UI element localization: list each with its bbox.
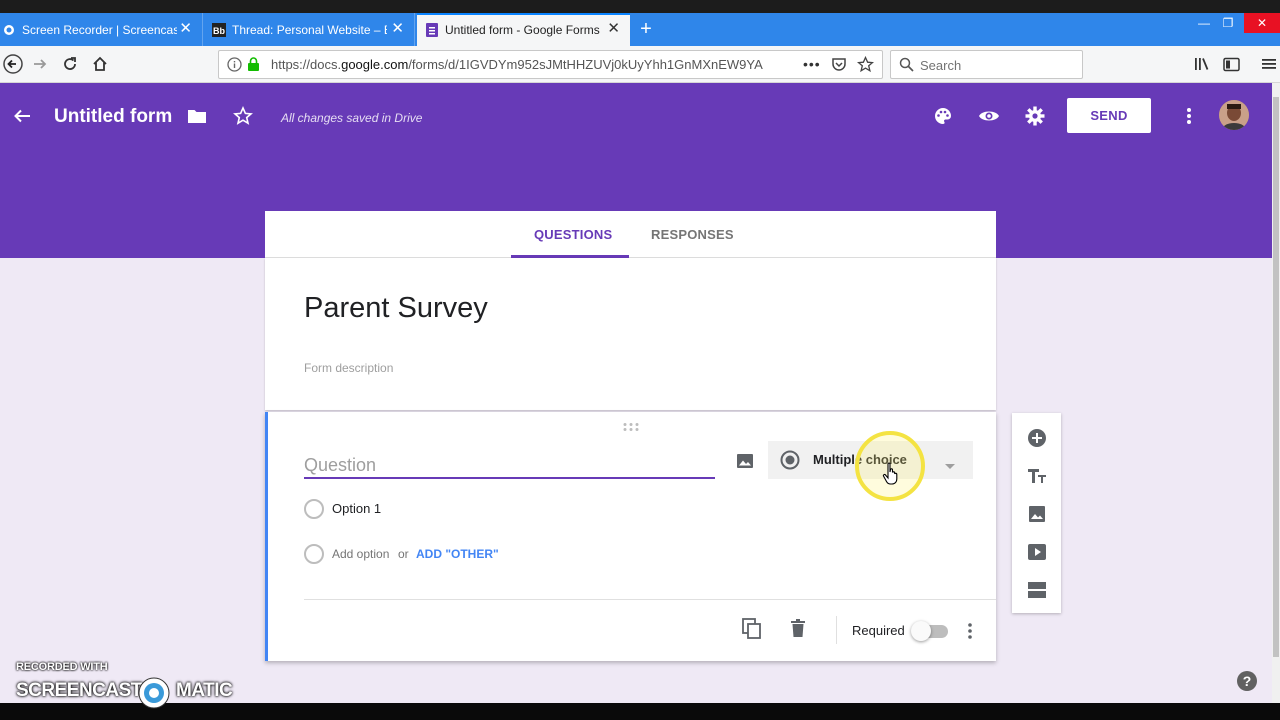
account-avatar[interactable]	[1219, 100, 1249, 130]
settings-gear-icon[interactable]	[1021, 102, 1049, 130]
add-title-icon[interactable]	[1024, 463, 1049, 488]
blackboard-favicon-icon: Bb	[212, 22, 226, 37]
url-bar[interactable]: https://docs.google.com/forms/d/1IGVDYm9…	[218, 50, 883, 79]
option-label[interactable]: Option 1	[332, 501, 381, 516]
help-icon[interactable]: ?	[1237, 671, 1257, 691]
active-card-accent	[265, 412, 268, 661]
form-title[interactable]: Parent Survey	[304, 292, 488, 325]
tab-responses[interactable]: RESPONSES	[651, 227, 734, 242]
scrollbar-thumb[interactable]	[1273, 97, 1279, 657]
restore-window-icon[interactable]: ❐	[1214, 13, 1242, 33]
more-options-icon[interactable]	[968, 623, 972, 644]
bookmark-star-icon[interactable]	[856, 55, 875, 78]
sidebar-icon[interactable]	[1218, 51, 1244, 77]
window-top-strip	[0, 0, 1280, 13]
home-icon[interactable]	[87, 51, 113, 77]
watermark-brand-right: MATIC	[176, 680, 233, 701]
browser-tab-thread[interactable]: Bb Thread: Personal Website – ED ✕	[204, 13, 415, 46]
close-tab-icon[interactable]: ✕	[607, 21, 620, 36]
screencast-favicon-icon	[2, 23, 16, 37]
delete-trash-icon[interactable]	[791, 619, 805, 642]
url-text[interactable]: https://docs.google.com/forms/d/1IGVDYm9…	[271, 57, 771, 72]
preview-eye-icon[interactable]	[975, 102, 1003, 130]
tab-questions[interactable]: QUESTIONS	[534, 227, 612, 242]
screencast-watermark: RECORDED WITH SCREENCAST MATIC	[16, 661, 233, 709]
menu-icon[interactable]	[1256, 51, 1280, 77]
add-other-link[interactable]: ADD "OTHER"	[416, 547, 499, 561]
add-item-toolbar	[1012, 413, 1061, 613]
form-title-card: Parent Survey Form description	[265, 258, 996, 410]
tab-title: Screen Recorder | Screencast-O	[22, 22, 177, 37]
search-placeholder: Search	[920, 58, 962, 73]
search-bar[interactable]: Search	[890, 50, 1083, 79]
close-window-icon[interactable]: ✕	[1244, 13, 1280, 33]
add-image-icon[interactable]	[1024, 501, 1049, 526]
tab-title: Untitled form - Google Forms	[445, 22, 600, 37]
add-question-icon[interactable]	[1024, 425, 1049, 450]
tab-title: Thread: Personal Website – ED	[232, 22, 387, 37]
add-section-icon[interactable]	[1024, 577, 1049, 602]
window-bottom-strip	[0, 703, 1280, 720]
svg-text:Bb: Bb	[213, 26, 225, 36]
close-tab-icon[interactable]: ✕	[179, 21, 192, 36]
search-icon	[899, 57, 914, 77]
page-scrollbar[interactable]	[1272, 83, 1280, 703]
watermark-caption: RECORDED WITH	[16, 661, 108, 673]
screen: Screen Recorder | Screencast-O ✕ Bb Thre…	[0, 0, 1280, 720]
add-video-icon[interactable]	[1024, 539, 1049, 564]
card-footer-divider	[304, 599, 996, 600]
folder-icon[interactable]	[183, 102, 211, 130]
or-text: or	[398, 547, 409, 561]
browser-tab-forms[interactable]: Untitled form - Google Forms ✕	[417, 13, 630, 46]
browser-nav-bar: https://docs.google.com/forms/d/1IGVDYm9…	[0, 46, 1280, 83]
back-arrow-icon[interactable]	[8, 102, 36, 130]
library-icon[interactable]	[1189, 51, 1215, 77]
page-actions-icon[interactable]: •••	[803, 56, 821, 72]
google-forms-favicon-icon	[425, 22, 439, 37]
add-option-link[interactable]: Add option	[332, 547, 389, 561]
back-icon[interactable]	[0, 51, 26, 77]
question-input[interactable]: Question	[304, 452, 715, 479]
screencast-logo-icon	[137, 676, 171, 715]
option-radio	[304, 499, 324, 519]
palette-icon[interactable]	[929, 102, 957, 130]
radio-button-icon	[780, 450, 800, 475]
save-status: All changes saved in Drive	[281, 111, 423, 125]
form-tabs-card: QUESTIONS RESPONSES	[265, 211, 996, 258]
send-button[interactable]: SEND	[1067, 98, 1151, 133]
form-description-field[interactable]: Form description	[304, 361, 393, 375]
add-image-icon[interactable]	[731, 447, 759, 475]
add-option-radio	[304, 544, 324, 564]
reload-icon[interactable]	[57, 51, 83, 77]
hand-cursor-icon	[882, 462, 902, 491]
form-name[interactable]: Untitled form	[54, 106, 172, 128]
drag-handle-icon[interactable]	[623, 419, 639, 437]
duplicate-icon[interactable]	[742, 618, 762, 645]
required-label: Required	[852, 623, 905, 638]
close-tab-icon[interactable]: ✕	[391, 21, 404, 36]
browser-tab-screencast[interactable]: Screen Recorder | Screencast-O ✕	[0, 13, 203, 46]
secure-lock-icon	[247, 57, 260, 77]
forward-icon[interactable]	[27, 51, 53, 77]
info-icon[interactable]	[227, 57, 242, 77]
more-vert-icon[interactable]	[1175, 102, 1203, 130]
required-toggle-knob[interactable]	[911, 621, 931, 641]
star-icon[interactable]	[229, 102, 257, 130]
chevron-down-icon	[945, 457, 955, 475]
footer-separator	[836, 616, 837, 644]
new-tab-button[interactable]: +	[636, 13, 656, 46]
pocket-icon[interactable]	[831, 57, 847, 77]
watermark-brand-left: SCREENCAST	[16, 680, 142, 701]
